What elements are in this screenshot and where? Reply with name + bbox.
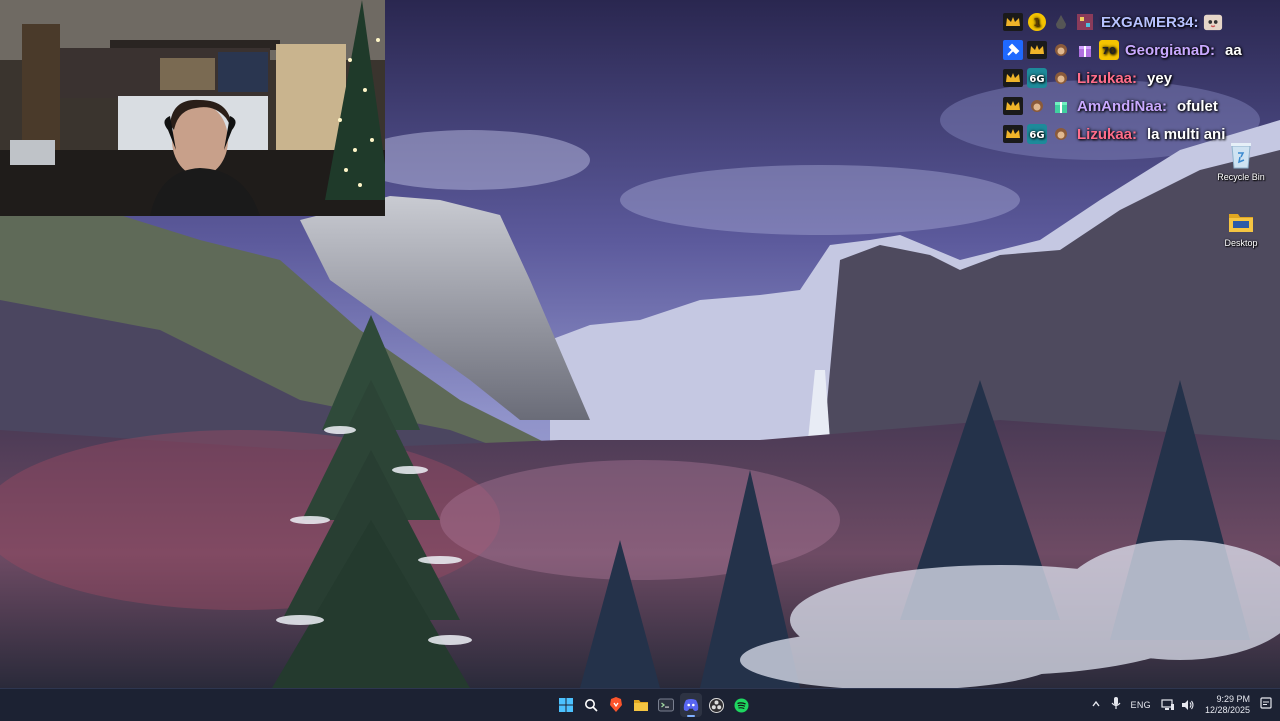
crown-badge-icon: [1003, 68, 1023, 88]
folder-icon: [1229, 214, 1253, 232]
sixty-badge-icon: 6G: [1027, 68, 1047, 88]
crown-badge-icon: [1003, 124, 1023, 144]
svg-text:6G: 6G: [1029, 130, 1044, 141]
microphone-icon: [1111, 696, 1121, 709]
desktop-icon-label: Desktop: [1224, 238, 1258, 248]
crown-badge-icon: [1003, 12, 1023, 32]
svg-text:70: 70: [1102, 46, 1116, 57]
language-indicator[interactable]: ENG: [1131, 700, 1151, 710]
search-icon: [585, 699, 598, 712]
network-icon: [1161, 699, 1174, 710]
chat-message: 70 GeorgianaD: aa: [1003, 36, 1273, 64]
chat-username: Lizukaa:: [1077, 69, 1138, 87]
chat-username: Lizukaa:: [1077, 125, 1138, 143]
drop-badge-icon: [1051, 12, 1071, 32]
search-button[interactable]: [580, 693, 602, 717]
brave-icon: [610, 697, 622, 712]
notification-icon: [1260, 697, 1272, 709]
chat-message: 6G Lizukaa: yey: [1003, 64, 1273, 92]
hammer-badge-icon: [1003, 40, 1023, 60]
gift-badge-icon: [1051, 96, 1071, 116]
taskbar-apps: [555, 693, 752, 717]
clock[interactable]: 9:29 PM 12/28/2025: [1205, 694, 1250, 716]
chevron-up-icon: [1091, 700, 1100, 707]
monkey-badge-icon: [1027, 96, 1047, 116]
chat-username: AmAndiNaa:: [1077, 97, 1168, 115]
webcam-overlay: [0, 0, 385, 216]
crown-badge-icon: [1027, 40, 1047, 60]
system-tray: ENG 9:29 PM 12/28/2025: [1091, 689, 1272, 721]
recycle-bin-icon: [1231, 143, 1251, 169]
taskbar: ENG 9:29 PM 12/28/2025: [0, 688, 1280, 721]
sixty-badge-icon: 6G: [1027, 124, 1047, 144]
stream-chat-overlay: 1 EXGAMER34: 70 GeorgianaD: aa 6G Lizuka…: [1003, 8, 1273, 148]
taskbar-app-file-explorer[interactable]: [630, 693, 652, 717]
seventy-badge-icon: 70: [1099, 40, 1119, 60]
microphone-button[interactable]: [1111, 696, 1121, 715]
file-explorer-icon: [634, 700, 648, 711]
monkey-badge-icon: [1051, 68, 1071, 88]
windows-start-icon: [559, 698, 573, 712]
taskbar-app-brave[interactable]: [605, 693, 627, 717]
pixel-badge-icon: [1075, 12, 1095, 32]
crown-badge-icon: [1003, 96, 1023, 116]
chat-message: AmAndiNaa: ofulet: [1003, 92, 1273, 120]
gift-badge-icon: [1075, 40, 1095, 60]
obs-icon: [708, 697, 724, 713]
start-button[interactable]: [555, 693, 577, 717]
chat-text: ofulet: [1177, 97, 1218, 115]
chat-text: aa: [1225, 41, 1242, 59]
monkey-badge-icon: [1051, 124, 1071, 144]
taskbar-app-terminal[interactable]: [655, 693, 677, 717]
one-badge-icon: 1: [1027, 12, 1047, 32]
spotify-icon: [734, 698, 748, 712]
desktop-icon-desktop[interactable]: Desktop: [1213, 206, 1269, 248]
chat-message: 1 EXGAMER34:: [1003, 8, 1273, 36]
cat-emote-icon: [1203, 12, 1223, 32]
desktop-icon-label: Recycle Bin: [1217, 172, 1265, 182]
discord-icon: [683, 699, 699, 711]
chat-username: GeorgianaD:: [1125, 41, 1216, 59]
notifications-button[interactable]: [1260, 696, 1272, 714]
taskbar-app-discord[interactable]: [680, 693, 702, 717]
network-button[interactable]: [1161, 699, 1195, 711]
chat-username: EXGAMER34:: [1101, 13, 1199, 31]
clock-time: 9:29 PM: [1216, 694, 1250, 704]
clock-date: 12/28/2025: [1204, 705, 1250, 715]
tray-overflow-button[interactable]: [1091, 696, 1101, 714]
chat-text: yey: [1147, 69, 1173, 87]
svg-text:6G: 6G: [1029, 74, 1044, 85]
svg-text:1: 1: [1033, 16, 1041, 29]
monkey-badge-icon: [1051, 40, 1071, 60]
taskbar-app-obs[interactable]: [705, 693, 727, 717]
desktop-icon-recycle-bin[interactable]: Recycle Bin: [1213, 140, 1269, 182]
terminal-icon: [658, 698, 674, 712]
volume-icon: [1181, 700, 1194, 710]
taskbar-app-spotify[interactable]: [730, 693, 752, 717]
